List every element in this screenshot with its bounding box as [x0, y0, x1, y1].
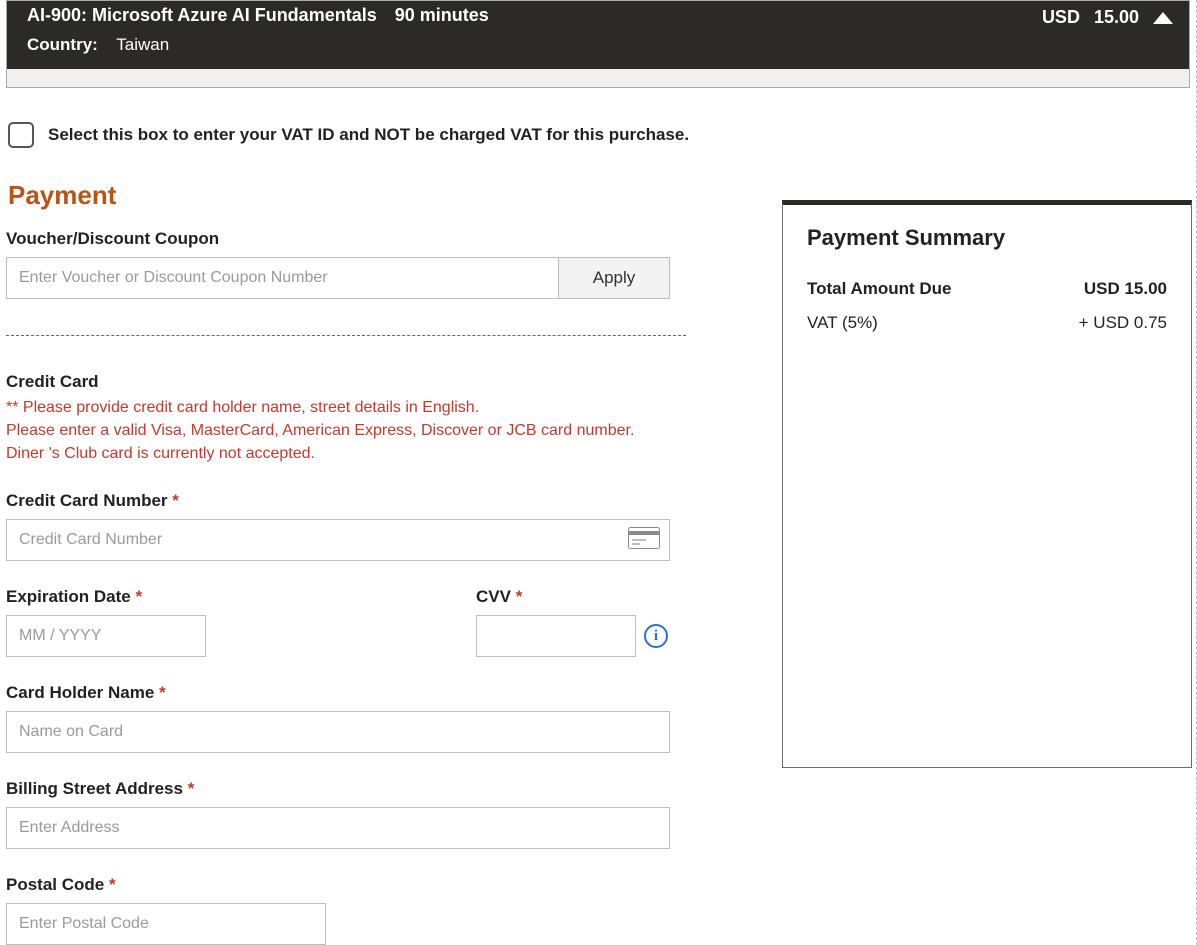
summary-vat-value: + USD 0.75	[1079, 313, 1167, 333]
summary-total-value: USD 15.00	[1084, 279, 1167, 299]
cc-number-label: Credit Card Number	[6, 491, 168, 510]
vat-checkbox-label: Select this box to enter your VAT ID and…	[48, 125, 689, 145]
address-label: Billing Street Address	[6, 779, 183, 798]
summary-vat-label: VAT (5%)	[807, 313, 878, 333]
vat-checkbox[interactable]	[8, 122, 34, 148]
section-divider	[6, 335, 686, 336]
exam-footer-strip	[7, 69, 1189, 87]
country-label: Country:	[27, 35, 98, 54]
exam-currency: USD	[1042, 7, 1080, 28]
required-mark: *	[159, 683, 166, 702]
credit-card-section-title: Credit Card	[6, 372, 768, 392]
voucher-label: Voucher/Discount Coupon	[6, 229, 670, 249]
cc-note-1: ** Please provide credit card holder nam…	[6, 396, 686, 419]
payment-summary-title: Payment Summary	[807, 225, 1167, 251]
required-mark: *	[188, 779, 195, 798]
exam-summary-panel: AI-900: Microsoft Azure AI Fundamentals …	[6, 0, 1190, 88]
country-value: Taiwan	[116, 35, 169, 54]
postal-code-input[interactable]	[6, 903, 326, 945]
holder-label: Card Holder Name	[6, 683, 154, 702]
cvv-label: CVV	[476, 587, 511, 606]
exam-title: AI-900: Microsoft Azure AI Fundamentals	[27, 5, 377, 27]
card-holder-input[interactable]	[6, 711, 670, 753]
voucher-input[interactable]	[6, 257, 558, 299]
required-mark: *	[172, 491, 179, 510]
expiry-label: Expiration Date	[6, 587, 131, 606]
chevron-up-icon[interactable]	[1153, 12, 1173, 24]
cc-note-2: Please enter a valid Visa, MasterCard, A…	[6, 419, 686, 442]
apply-voucher-button[interactable]: Apply	[558, 257, 670, 299]
cvv-info-icon[interactable]: i	[644, 624, 668, 648]
postal-label: Postal Code	[6, 875, 104, 894]
cc-note-3: Diner 's Club card is currently not acce…	[6, 442, 686, 465]
exam-price: 15.00	[1094, 7, 1139, 28]
payment-summary-panel: Payment Summary Total Amount Due USD 15.…	[782, 200, 1192, 768]
exam-duration: 90 minutes	[395, 5, 489, 27]
exam-header-bar[interactable]: AI-900: Microsoft Azure AI Fundamentals …	[7, 1, 1189, 69]
required-mark: *	[516, 587, 523, 606]
billing-address-input[interactable]	[6, 807, 670, 849]
credit-card-icon	[628, 527, 660, 553]
summary-total-label: Total Amount Due	[807, 279, 951, 299]
cvv-input[interactable]	[476, 615, 636, 657]
required-mark: *	[109, 875, 116, 894]
credit-card-notes: ** Please provide credit card holder nam…	[6, 396, 686, 466]
expiry-input[interactable]	[6, 615, 206, 657]
cc-number-input[interactable]	[6, 519, 670, 561]
required-mark: *	[135, 587, 142, 606]
payment-heading: Payment	[8, 180, 768, 211]
